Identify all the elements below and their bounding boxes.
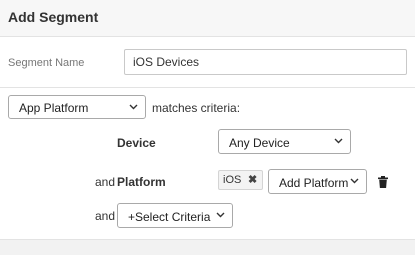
segment-name-input[interactable]	[124, 49, 407, 75]
add-platform-select[interactable]: Add Platform	[268, 169, 367, 194]
modal-footer	[0, 239, 415, 255]
select-criteria-value: +Select Criteria	[128, 210, 211, 224]
app-platform-select-value: App Platform	[19, 101, 89, 115]
section-divider	[0, 87, 415, 88]
matches-criteria-text: matches criteria:	[152, 101, 241, 115]
trash-icon[interactable]	[378, 175, 388, 188]
modal-title: Add Segment	[8, 9, 99, 25]
device-label: Device	[117, 136, 156, 150]
segment-name-label: Segment Name	[8, 57, 85, 69]
add-platform-select-value: Add Platform	[279, 176, 349, 190]
chevron-down-icon	[129, 104, 138, 110]
criteria-and-text: and	[95, 209, 116, 223]
device-select-value: Any Device	[229, 136, 290, 150]
platform-label: Platform	[117, 175, 166, 189]
chevron-down-icon	[350, 178, 359, 184]
platform-and-text: and	[95, 175, 116, 189]
segment-name-row: Segment Name	[0, 37, 415, 87]
app-platform-select[interactable]: App Platform	[8, 95, 146, 119]
device-select[interactable]: Any Device	[218, 129, 351, 154]
modal-header: Add Segment	[0, 0, 415, 36]
remove-tag-icon[interactable]: ✖	[248, 173, 257, 186]
platform-tag-label: iOS	[223, 174, 242, 186]
chevron-down-icon	[216, 212, 225, 218]
platform-tag-ios: iOS ✖	[218, 170, 263, 190]
select-criteria-dropdown[interactable]: +Select Criteria	[117, 203, 233, 228]
chevron-down-icon	[334, 138, 343, 144]
